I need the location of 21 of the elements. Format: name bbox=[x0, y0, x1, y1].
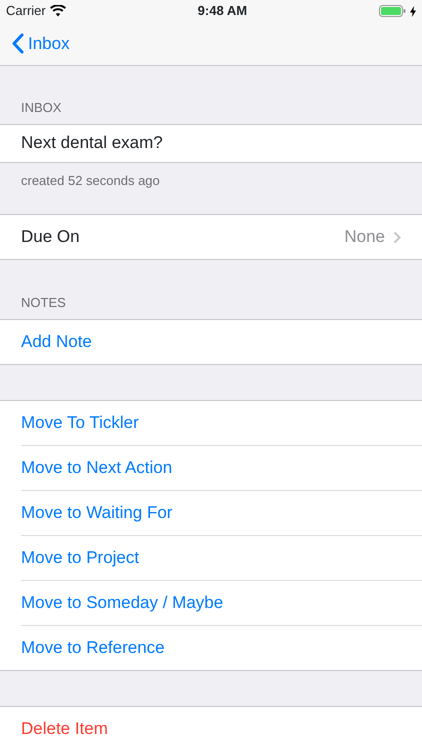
carrier-name: Carrier bbox=[6, 2, 46, 20]
move-option[interactable]: Move To Tickler bbox=[0, 400, 422, 444]
section-header: INBOX bbox=[20, 99, 62, 117]
move-option[interactable]: Move to Someday / Maybe bbox=[0, 580, 422, 624]
back-button[interactable]: Inbox bbox=[12, 30, 70, 56]
status-time: 9:48 AM bbox=[198, 2, 248, 20]
move-option[interactable]: Move to Reference bbox=[0, 626, 422, 670]
add-note-button[interactable]: Add Note bbox=[0, 320, 422, 364]
chevron-icon bbox=[393, 230, 401, 244]
move-option[interactable]: Move to Waiting For bbox=[0, 490, 422, 534]
created-caption: created 52 seconds ago bbox=[20, 172, 161, 190]
back-chevron-icon bbox=[12, 33, 24, 54]
move-option[interactable]: Move to Next Action bbox=[0, 446, 422, 490]
item-title: Next dental exam? bbox=[20, 132, 164, 154]
move-option[interactable]: Move to Project bbox=[0, 536, 422, 580]
due-on-row[interactable]: Due On None bbox=[0, 215, 422, 259]
delete-button[interactable]: Delete Item bbox=[0, 706, 422, 750]
due-value: None bbox=[344, 226, 385, 248]
section-header: NOTES bbox=[20, 294, 67, 312]
battery-icon bbox=[378, 5, 406, 17]
wifi-icon bbox=[50, 5, 66, 17]
